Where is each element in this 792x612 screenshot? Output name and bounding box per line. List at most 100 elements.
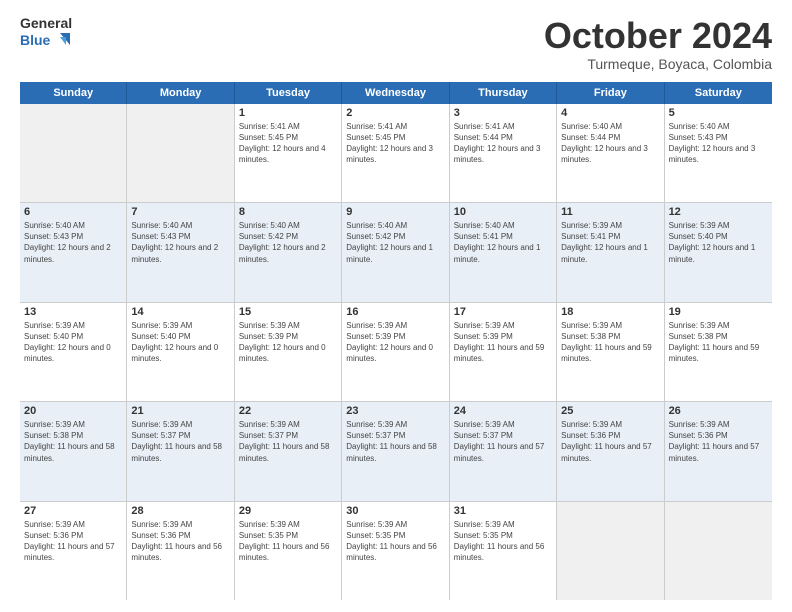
header-wednesday: Wednesday [342,82,449,104]
cell-date: 9 [346,206,444,218]
logo-wave-icon [52,31,70,49]
cal-cell-0-3: 2Sunrise: 5:41 AM Sunset: 5:45 PM Daylig… [342,104,449,202]
cell-date: 15 [239,306,337,318]
cell-date: 27 [24,505,122,517]
cell-info: Sunrise: 5:39 AM Sunset: 5:36 PM Dayligh… [24,519,122,564]
cell-date: 14 [131,306,229,318]
cal-cell-2-6: 19 Sunrise: 5:39 AM Sunset: 5:38 PM Dayli… [665,303,772,401]
cal-row-1: 6 Sunrise: 5:40 AM Sunset: 5:43 PM Daylig… [20,203,772,302]
cell-date: 21 [131,405,229,417]
cal-cell-3-2: 22Sunrise: 5:39 AM Sunset: 5:37 PM Dayli… [235,402,342,500]
cell-info: Sunrise: 5:39 AM Sunset: 5:37 PM Dayligh… [131,419,229,464]
cal-cell-3-3: 23Sunrise: 5:39 AM Sunset: 5:37 PM Dayli… [342,402,449,500]
cell-date: 20 [24,405,122,417]
cal-cell-2-5: 18 Sunrise: 5:39 AM Sunset: 5:38 PM Dayli… [557,303,664,401]
cal-cell-1-0: 6Sunrise: 5:40 AM Sunset: 5:43 PM Daylig… [20,203,127,301]
cell-info: Sunrise: 5:39 AM Sunset: 5:35 PM Dayligh… [239,519,337,564]
cell-date: 23 [346,405,444,417]
cell-date: 3 [454,107,552,119]
cell-date: 29 [239,505,337,517]
cell-date: 12 [669,206,768,218]
cal-cell-4-2: 29 Sunrise: 5:39 AM Sunset: 5:35 PM Dayli… [235,502,342,600]
cell-date: 2 [346,107,444,119]
cal-cell-4-5 [557,502,664,600]
cell-info: Sunrise: 5:39 AM Sunset: 5:36 PM Dayligh… [669,419,768,464]
title-block: October 2024 Turmeque, Boyaca, Colombia [544,16,772,72]
cell-date: 19 [669,306,768,318]
cell-date: 16 [346,306,444,318]
cell-info: Sunrise: 5:39 AM Sunset: 5:35 PM Dayligh… [454,519,552,564]
cell-date: 1 [239,107,337,119]
cal-cell-0-1 [127,104,234,202]
cell-date: 24 [454,405,552,417]
cal-cell-3-6: 26 Sunrise: 5:39 AM Sunset: 5:36 PM Dayli… [665,402,772,500]
calendar: Sunday Monday Tuesday Wednesday Thursday… [20,82,772,600]
cell-info: Sunrise: 5:39 AM Sunset: 5:40 PM Dayligh… [24,320,122,365]
cal-cell-0-2: 1 Sunrise: 5:41 AM Sunset: 5:45 PM Daylig… [235,104,342,202]
cell-info: Sunrise: 5:39 AM Sunset: 5:36 PM Dayligh… [561,419,659,464]
cal-cell-4-0: 27 Sunrise: 5:39 AM Sunset: 5:36 PM Dayli… [20,502,127,600]
cell-date: 10 [454,206,552,218]
cell-info: Sunrise: 5:40 AM Sunset: 5:43 PM Dayligh… [131,220,229,265]
header-saturday: Saturday [665,82,772,104]
cal-cell-1-5: 11Sunrise: 5:39 AM Sunset: 5:41 PM Dayli… [557,203,664,301]
cal-cell-3-4: 24 Sunrise: 5:39 AM Sunset: 5:37 PM Dayli… [450,402,557,500]
cell-date: 5 [669,107,768,119]
cell-info: Sunrise: 5:39 AM Sunset: 5:39 PM Dayligh… [454,320,552,365]
cal-cell-1-3: 9 Sunrise: 5:40 AM Sunset: 5:42 PM Daylig… [342,203,449,301]
cell-info: Sunrise: 5:40 AM Sunset: 5:41 PM Dayligh… [454,220,552,265]
logo-blue: Blue [20,31,72,49]
cal-row-3: 20 Sunrise: 5:39 AM Sunset: 5:38 PM Dayli… [20,402,772,501]
cell-info: Sunrise: 5:39 AM Sunset: 5:36 PM Dayligh… [131,519,229,564]
header: General Blue October 2024 Turmeque, Boya… [20,16,772,72]
cell-date: 7 [131,206,229,218]
cell-info: Sunrise: 5:40 AM Sunset: 5:43 PM Dayligh… [669,121,768,166]
cal-cell-2-0: 13 Sunrise: 5:39 AM Sunset: 5:40 PM Dayli… [20,303,127,401]
cell-info: Sunrise: 5:40 AM Sunset: 5:42 PM Dayligh… [346,220,444,265]
header-tuesday: Tuesday [235,82,342,104]
cal-cell-0-6: 5 Sunrise: 5:40 AM Sunset: 5:43 PM Daylig… [665,104,772,202]
cell-info: Sunrise: 5:39 AM Sunset: 5:39 PM Dayligh… [239,320,337,365]
location-subtitle: Turmeque, Boyaca, Colombia [544,56,772,72]
page: General Blue October 2024 Turmeque, Boya… [0,0,792,612]
cell-info: Sunrise: 5:39 AM Sunset: 5:38 PM Dayligh… [561,320,659,365]
cell-info: Sunrise: 5:40 AM Sunset: 5:44 PM Dayligh… [561,121,659,166]
header-thursday: Thursday [450,82,557,104]
cal-cell-2-1: 14Sunrise: 5:39 AM Sunset: 5:40 PM Dayli… [127,303,234,401]
cal-row-4: 27 Sunrise: 5:39 AM Sunset: 5:36 PM Dayli… [20,502,772,600]
cell-info: Sunrise: 5:39 AM Sunset: 5:38 PM Dayligh… [669,320,768,365]
cell-date: 22 [239,405,337,417]
cell-date: 8 [239,206,337,218]
cell-date: 4 [561,107,659,119]
cal-cell-1-1: 7 Sunrise: 5:40 AM Sunset: 5:43 PM Daylig… [127,203,234,301]
logo: General Blue [20,16,72,49]
cell-date: 17 [454,306,552,318]
cell-date: 30 [346,505,444,517]
cal-cell-4-1: 28 Sunrise: 5:39 AM Sunset: 5:36 PM Dayli… [127,502,234,600]
cell-date: 31 [454,505,552,517]
month-title: October 2024 [544,16,772,56]
logo-general: General [20,16,72,31]
cal-cell-1-2: 8 Sunrise: 5:40 AM Sunset: 5:42 PM Daylig… [235,203,342,301]
cell-date: 13 [24,306,122,318]
cal-cell-4-3: 30Sunrise: 5:39 AM Sunset: 5:35 PM Dayli… [342,502,449,600]
cell-date: 18 [561,306,659,318]
cell-info: Sunrise: 5:39 AM Sunset: 5:37 PM Dayligh… [454,419,552,464]
cal-cell-3-1: 21 Sunrise: 5:39 AM Sunset: 5:37 PM Dayli… [127,402,234,500]
header-friday: Friday [557,82,664,104]
cal-cell-2-2: 15 Sunrise: 5:39 AM Sunset: 5:39 PM Dayli… [235,303,342,401]
cell-info: Sunrise: 5:39 AM Sunset: 5:38 PM Dayligh… [24,419,122,464]
calendar-header: Sunday Monday Tuesday Wednesday Thursday… [20,82,772,104]
cell-date: 11 [561,206,659,218]
calendar-body: 1 Sunrise: 5:41 AM Sunset: 5:45 PM Daylig… [20,104,772,600]
cell-date: 28 [131,505,229,517]
cal-cell-3-0: 20 Sunrise: 5:39 AM Sunset: 5:38 PM Dayli… [20,402,127,500]
cal-cell-1-6: 12Sunrise: 5:39 AM Sunset: 5:40 PM Dayli… [665,203,772,301]
cal-cell-0-5: 4 Sunrise: 5:40 AM Sunset: 5:44 PM Daylig… [557,104,664,202]
cell-date: 26 [669,405,768,417]
cal-cell-4-6 [665,502,772,600]
cell-info: Sunrise: 5:41 AM Sunset: 5:45 PM Dayligh… [239,121,337,166]
cell-info: Sunrise: 5:40 AM Sunset: 5:42 PM Dayligh… [239,220,337,265]
cell-date: 6 [24,206,122,218]
cal-cell-1-4: 10 Sunrise: 5:40 AM Sunset: 5:41 PM Dayli… [450,203,557,301]
